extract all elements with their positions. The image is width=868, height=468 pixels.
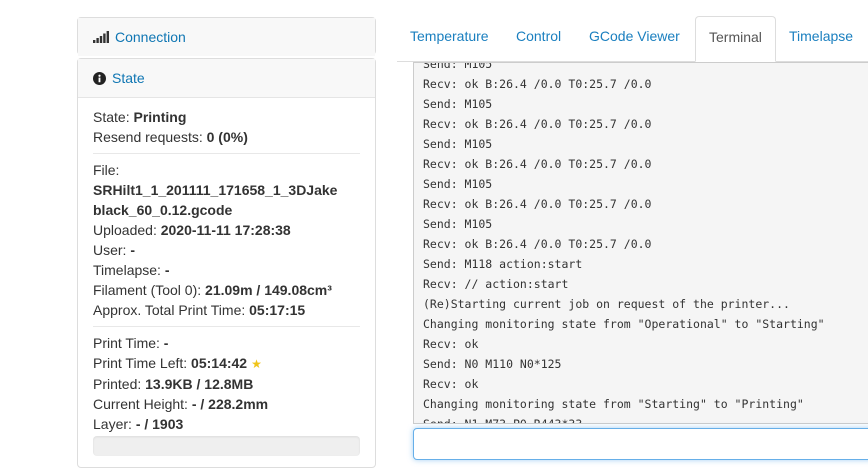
state-body: State: Printing Resend requests: 0 (0%) … <box>78 98 375 456</box>
terminal-line: Send: N0 M110 N0*125 <box>423 357 562 371</box>
divider <box>93 326 360 327</box>
terminal-line: Recv: ok <box>423 377 479 391</box>
terminal-line: Send: M105 <box>423 62 493 71</box>
tab-gcode-viewer[interactable]: GCode Viewer <box>576 16 693 60</box>
connection-panel: Connection <box>77 17 376 56</box>
tab-temperature[interactable]: Temperature <box>397 16 502 60</box>
terminal-line: Recv: ok B:26.4 /0.0 T0:25.7 /0.0 <box>423 77 652 91</box>
timelapse-row: Timelapse: - <box>93 262 170 278</box>
terminal-line: Recv: ok B:26.4 /0.0 T0:25.7 /0.0 <box>423 117 652 131</box>
terminal-output[interactable]: Send: M105 Recv: ok B:26.4 /0.0 T0:25.7 /… <box>413 62 868 424</box>
divider <box>93 153 360 154</box>
terminal-line: Send: N1 M73 P0 R443*33 <box>423 417 583 424</box>
info-circle-icon <box>93 71 106 85</box>
command-input[interactable] <box>413 428 868 460</box>
file-name: SRHilt1_1_201111_171658_1_3DJake black_60… <box>93 182 338 218</box>
progress-bar <box>93 436 360 456</box>
star-icon[interactable]: ★ <box>251 357 262 371</box>
current-height-row: Current Height: - / 228.2mm <box>93 396 269 412</box>
file-row: File: <box>93 162 120 178</box>
terminal-line: Recv: ok <box>423 337 479 351</box>
tab-terminal[interactable]: Terminal <box>695 16 776 62</box>
print-time-row: Print Time: - <box>93 335 169 351</box>
connection-title: Connection <box>115 29 186 45</box>
tab-timelapse[interactable]: Timelapse <box>776 16 866 60</box>
signal-bars-icon <box>93 31 109 43</box>
terminal-line: Send: M105 <box>423 137 493 151</box>
print-time-left-row: Print Time Left: 05:14:42 ★ <box>93 355 262 371</box>
user-row: User: - <box>93 242 136 258</box>
state-header[interactable]: State <box>78 59 375 98</box>
resend-row: Resend requests: 0 (0%) <box>93 129 248 145</box>
terminal-line: Send: M105 <box>423 97 493 111</box>
terminal-line: Send: M118 action:start <box>423 257 583 271</box>
connection-header[interactable]: Connection <box>78 18 375 56</box>
terminal-line: Recv: // action:start <box>423 277 569 291</box>
uploaded-row: Uploaded: 2020-11-11 17:28:38 <box>93 222 291 238</box>
terminal-line: (Re)Starting current job on request of t… <box>423 297 790 311</box>
terminal-line: Send: M105 <box>423 177 493 191</box>
terminal-line: Recv: ok B:26.4 /0.0 T0:25.7 /0.0 <box>423 197 652 211</box>
tab-bar: Temperature Control GCode Viewer Termina… <box>397 16 868 62</box>
terminal-line: Changing monitoring state from "Operatio… <box>423 317 825 331</box>
printed-row: Printed: 13.9KB / 12.8MB <box>93 376 254 392</box>
terminal-line: Changing monitoring state from "Starting… <box>423 397 804 411</box>
approx-time-row: Approx. Total Print Time: 05:17:15 <box>93 302 306 318</box>
terminal-line: Recv: ok B:26.4 /0.0 T0:25.7 /0.0 <box>423 157 652 171</box>
state-row: State: Printing <box>93 109 187 125</box>
terminal-line: Recv: ok B:26.4 /0.0 T0:25.7 /0.0 <box>423 237 652 251</box>
state-panel: State State: Printing Resend requests: 0… <box>77 58 376 468</box>
terminal-lines: Send: M105 Recv: ok B:26.4 /0.0 T0:25.7 /… <box>423 62 868 424</box>
terminal-line: Send: M105 <box>423 217 493 231</box>
state-title: State <box>112 70 145 86</box>
layer-row: Layer: - / 1903 <box>93 416 184 432</box>
filament-row: Filament (Tool 0): 21.09m / 149.08cm³ <box>93 282 332 298</box>
tab-control[interactable]: Control <box>503 16 574 60</box>
